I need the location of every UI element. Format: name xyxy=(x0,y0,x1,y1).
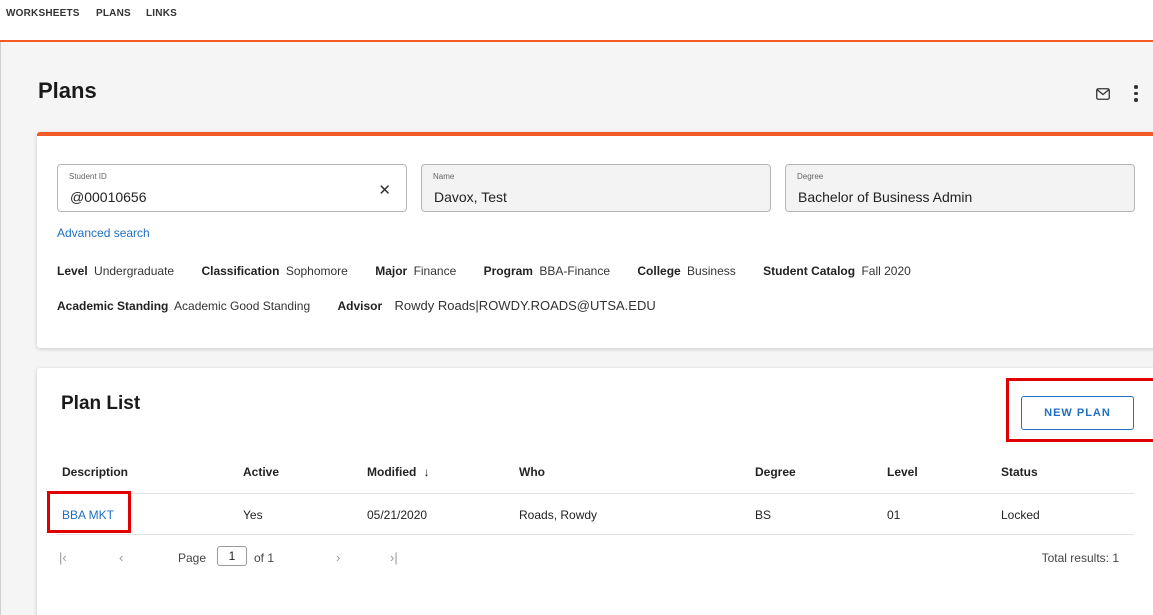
plan-who: Roads, Rowdy xyxy=(519,508,598,522)
page-of-label: of 1 xyxy=(254,551,275,565)
plan-list-title: Plan List xyxy=(61,393,141,414)
student-info-card: Student ID @00010656 ✕ Name Davox, Test … xyxy=(37,132,1153,348)
page-label: Page xyxy=(178,551,207,565)
close-icon[interactable]: ✕ xyxy=(378,181,391,199)
student-id-label: Student ID xyxy=(69,172,107,181)
col-header-status[interactable]: Status xyxy=(1001,465,1038,479)
highlight-box-new-plan xyxy=(1006,378,1153,442)
degree-label: Degree xyxy=(797,172,824,181)
name-value: Davox, Test xyxy=(434,189,507,205)
window-edge xyxy=(0,0,1,615)
tab-plans[interactable]: PLANS xyxy=(96,8,131,19)
plan-modified: 05/21/2020 xyxy=(367,508,428,522)
plan-level: 01 xyxy=(887,508,901,522)
degree-value: Bachelor of Business Admin xyxy=(798,189,973,205)
table-header-divider xyxy=(57,493,1134,494)
college-info: College Business xyxy=(637,264,736,278)
catalog-info: Student Catalog Fall 2020 xyxy=(763,264,911,278)
plan-active: Yes xyxy=(243,508,263,522)
plan-status: Locked xyxy=(1001,508,1040,522)
tab-links[interactable]: LINKS xyxy=(146,8,177,19)
last-page-icon[interactable]: ›| xyxy=(390,550,398,565)
name-label: Name xyxy=(433,172,455,181)
student-info-row-1: Level Undergraduate Classification Sopho… xyxy=(57,264,935,278)
major-info: Major Finance xyxy=(375,264,457,278)
name-field: Name Davox, Test xyxy=(421,164,771,212)
page-title: Plans xyxy=(38,78,97,103)
student-id-value[interactable]: @00010656 xyxy=(70,189,147,205)
arrow-down-icon: ↓ xyxy=(423,465,430,479)
total-results: Total results: 1 xyxy=(1041,551,1119,565)
tab-worksheets[interactable]: WORKSHEETS xyxy=(6,8,80,19)
col-header-who[interactable]: Who xyxy=(519,465,545,479)
prev-page-icon[interactable]: ‹ xyxy=(119,550,123,565)
plan-degree: BS xyxy=(755,508,772,522)
classification-info: Classification Sophomore xyxy=(201,264,348,278)
advisor-info: Advisor Rowdy Roads|ROWDY.ROADS@UTSA.EDU xyxy=(337,298,656,313)
col-header-description[interactable]: Description xyxy=(62,465,128,479)
student-id-field[interactable]: Student ID @00010656 ✕ xyxy=(57,164,407,212)
advanced-search-link[interactable]: Advanced search xyxy=(57,226,150,240)
standing-info: Academic Standing Academic Good Standing xyxy=(57,299,311,313)
program-info: Program BBA-Finance xyxy=(483,264,611,278)
page-number-input[interactable]: 1 xyxy=(217,546,247,566)
col-header-level[interactable]: Level xyxy=(887,465,918,479)
highlight-box-plan xyxy=(47,491,131,533)
col-header-active[interactable]: Active xyxy=(243,465,279,479)
degree-field: Degree Bachelor of Business Admin xyxy=(785,164,1135,212)
top-nav: WORKSHEETS PLANS LINKS xyxy=(0,0,1153,42)
col-header-modified[interactable]: Modified ↓ xyxy=(367,465,430,479)
level-info: Level Undergraduate xyxy=(57,264,175,278)
student-info-row-2: Academic Standing Academic Good Standing… xyxy=(57,298,680,313)
more-vert-icon[interactable] xyxy=(1133,85,1139,105)
next-page-icon[interactable]: › xyxy=(336,550,340,565)
table-row-divider xyxy=(57,534,1134,535)
col-header-degree[interactable]: Degree xyxy=(755,465,796,479)
plan-list-card: Plan List NEW PLAN Description Active Mo… xyxy=(37,368,1153,615)
mail-icon[interactable] xyxy=(1096,88,1110,100)
first-page-icon[interactable]: |‹ xyxy=(59,550,67,565)
